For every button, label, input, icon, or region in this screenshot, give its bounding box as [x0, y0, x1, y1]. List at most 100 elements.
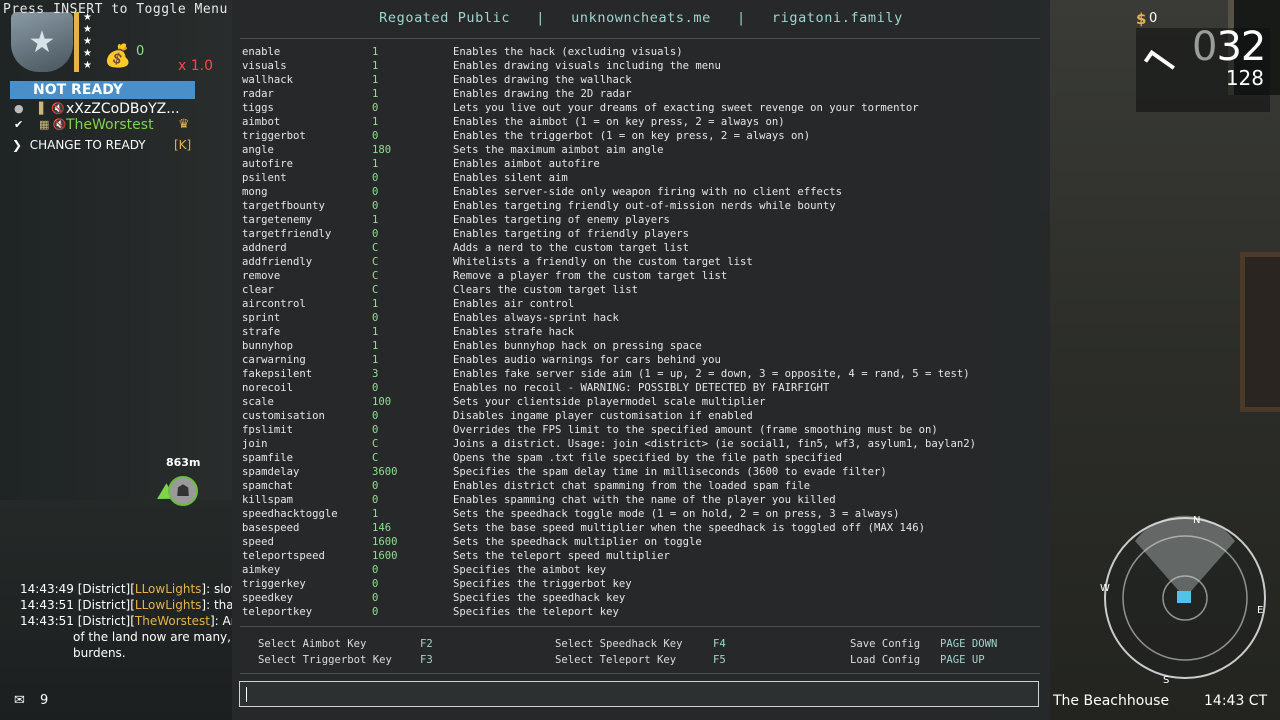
mail-count: 9	[40, 693, 49, 708]
command-row[interactable]: clear C Clears the custom target list	[242, 283, 1047, 297]
chat-sender[interactable]: LLowLights	[135, 598, 202, 612]
command-row[interactable]: strafe 1 Enables strafe hack	[242, 325, 1047, 339]
command-row[interactable]: speed 1600 Sets the speedhack multiplier o…	[242, 535, 1047, 549]
keybind-item[interactable]: Select Aimbot Key F2	[258, 636, 433, 652]
command-name: bunnyhop	[242, 340, 294, 352]
command-row[interactable]: aimkey 0 Specifies the aimbot key	[242, 563, 1047, 577]
command-row[interactable]: sprint 0 Enables always-sprint hack	[242, 311, 1047, 325]
command-value: 100	[372, 396, 392, 408]
command-row[interactable]: psilent 0 Enables silent aim	[242, 171, 1047, 185]
command-row[interactable]: speedhacktoggle 1 Sets the speedhack toggl…	[242, 507, 1047, 521]
command-row[interactable]: spamfile C Opens the spam .txt file specif…	[242, 451, 1047, 465]
command-row[interactable]: bunnyhop 1 Enables bunnyhop hack on pressi…	[242, 339, 1047, 353]
chat-text: ]: slow	[201, 582, 232, 596]
command-value: 0	[372, 480, 379, 492]
command-value: 1	[372, 74, 379, 86]
keybind-item[interactable]: Select Triggerbot Key F3	[258, 652, 433, 668]
command-row[interactable]: tiggs 0 Lets you live out your dreams of e…	[242, 101, 1047, 115]
money-bag-icon: 💰	[104, 44, 132, 69]
command-name: triggerbot	[242, 130, 306, 142]
input-divider	[240, 673, 1040, 674]
command-row[interactable]: killspam 0 Enables spamming chat with the …	[242, 493, 1047, 507]
command-row[interactable]: autofire 1 Enables aimbot autofire	[242, 157, 1047, 171]
chat-sender[interactable]: TheWorstest	[135, 614, 210, 628]
keybind-item[interactable]: Select Speedhack Key F4	[555, 636, 726, 652]
command-row[interactable]: norecoil 0 Enables no recoil - WARNING: PO…	[242, 381, 1047, 395]
command-row[interactable]: carwarning 1 Enables audio warnings for ca…	[242, 353, 1047, 367]
command-row[interactable]: scale 100 Sets your clientside playermodel…	[242, 395, 1047, 409]
command-description: Enables server-side only weapon firing w…	[453, 186, 843, 198]
keybind-label: Select Teleport Key	[555, 654, 677, 666]
command-row[interactable]: radar 1 Enables drawing the 2D radar	[242, 87, 1047, 101]
change-to-ready-button[interactable]: ❯ CHANGE TO READY	[12, 138, 146, 152]
command-value: 1	[372, 116, 379, 128]
command-name: customisation	[242, 410, 325, 422]
keybind-item[interactable]: Load Config PAGE UP	[850, 652, 985, 668]
chat-message: 14:43:51 [District][TheWorstest]: And	[20, 613, 232, 629]
command-row[interactable]: visuals 1 Enables drawing visuals includin…	[242, 59, 1047, 73]
command-name: enable	[242, 46, 281, 58]
command-row[interactable]: fpslimit 0 Overrides the FPS limit to the …	[242, 423, 1047, 437]
command-description: Sets your clientside playermodel scale m…	[453, 396, 766, 408]
command-row[interactable]: teleportkey 0 Specifies the teleport key	[242, 605, 1047, 619]
command-value: 0	[372, 424, 379, 436]
command-row[interactable]: angle 180 Sets the maximum aimbot aim angl…	[242, 143, 1047, 157]
command-value: 146	[372, 522, 392, 534]
command-name: carwarning	[242, 354, 306, 366]
command-row[interactable]: customisation 0 Disables ingame player cus…	[242, 409, 1047, 423]
keybind-item[interactable]: Select Teleport Key F5	[555, 652, 726, 668]
command-name: wallhack	[242, 74, 294, 86]
command-row[interactable]: remove C Remove a player from the custom t…	[242, 269, 1047, 283]
command-row[interactable]: triggerbot 0 Enables the triggerbot (1 = o…	[242, 129, 1047, 143]
command-row[interactable]: aimbot 1 Enables the aimbot (1 = on key pr…	[242, 115, 1047, 129]
command-row[interactable]: teleportspeed 1600 Sets the teleport speed…	[242, 549, 1047, 563]
chat-time: 14:43:51	[20, 614, 74, 628]
command-description: Joins a district. Usage: join <district>…	[453, 438, 976, 450]
command-row[interactable]: speedkey 0 Specifies the speedhack key	[242, 591, 1047, 605]
command-name: scale	[242, 396, 274, 408]
command-row[interactable]: mong 0 Enables server-side only weapon fir…	[242, 185, 1047, 199]
command-row[interactable]: addnerd C Adds a nerd to the custom target…	[242, 241, 1047, 255]
command-description: Remove a player from the custom target l…	[453, 270, 728, 282]
command-row[interactable]: enable 1 Enables the hack (excluding visua…	[242, 45, 1047, 59]
command-name: norecoil	[242, 382, 294, 394]
command-row[interactable]: basespeed 146 Sets the base speed multipli…	[242, 521, 1047, 535]
compass-s: S	[1163, 675, 1169, 683]
mail-icon[interactable]: ✉	[14, 693, 25, 708]
command-row[interactable]: targetenemy 1 Enables targeting of enemy p…	[242, 213, 1047, 227]
console-input[interactable]	[239, 681, 1039, 707]
keybind-item[interactable]: Save Config PAGE DOWN	[850, 636, 997, 652]
group-member-row: ● ▌ 🔇 xXzZCoDBoYZ...	[10, 101, 195, 117]
member-icons: ▦ 🔇	[32, 118, 67, 131]
command-name: aimbot	[242, 116, 281, 128]
command-name: spamdelay	[242, 466, 300, 478]
waypoint-distance: 863m	[166, 456, 201, 469]
command-row[interactable]: fakepsilent 3 Enables fake server side aim…	[242, 367, 1047, 381]
command-description: Enables the hack (excluding visuals)	[453, 46, 683, 58]
command-row[interactable]: spamdelay 3600 Specifies the spam delay ti…	[242, 465, 1047, 479]
command-row[interactable]: addfriendly C Whitelists a friendly on the…	[242, 255, 1047, 269]
command-row[interactable]: aircontrol 1 Enables air control	[242, 297, 1047, 311]
command-name: angle	[242, 144, 274, 156]
chat-sender[interactable]: LLowLights	[135, 582, 202, 596]
command-row[interactable]: triggerkey 0 Specifies the triggerbot key	[242, 577, 1047, 591]
rank-stars-icon: ★ ★ ★ ★ ★	[83, 12, 92, 71]
chat-continuation: burdens.	[73, 646, 126, 660]
command-row[interactable]: targetfriendly 0 Enables targeting of frie…	[242, 227, 1047, 241]
weapon-panel: ⌐ 032 128	[1130, 24, 1270, 112]
command-value: 0	[372, 228, 379, 240]
text-caret	[246, 687, 247, 702]
command-value: 1600	[372, 536, 398, 548]
command-description: Sets the speedhack multiplier on toggle	[453, 536, 702, 548]
command-row[interactable]: join C Joins a district. Usage: join <dist…	[242, 437, 1047, 451]
player-marker-icon	[1177, 591, 1191, 603]
command-row[interactable]: spamchat 0 Enables district chat spamming …	[242, 479, 1047, 493]
command-list: enable 1 Enables the hack (excluding visua…	[242, 45, 1047, 619]
command-description: Disables ingame player customisation if …	[453, 410, 753, 422]
chat-prefix: [District][	[77, 598, 135, 612]
command-row[interactable]: wallhack 1 Enables drawing the wallhack	[242, 73, 1047, 87]
command-value: 0	[372, 312, 379, 324]
check-icon: ✔	[14, 118, 24, 131]
command-name: teleportkey	[242, 606, 313, 618]
command-row[interactable]: targetfbounty 0 Enables targeting friendly…	[242, 199, 1047, 213]
